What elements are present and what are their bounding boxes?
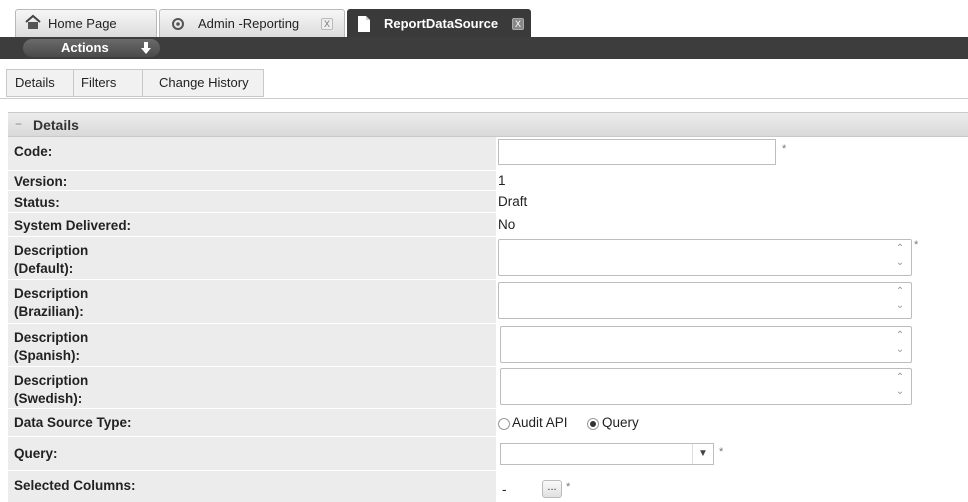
- description-spanish-row: Description (Spanish): ⌃ ⌄: [8, 324, 968, 367]
- system-delivered-value: No: [498, 217, 516, 232]
- description-spanish-textarea[interactable]: ⌃ ⌄: [500, 326, 912, 363]
- section-title: Details: [33, 117, 79, 133]
- scroll-arrows-icon[interactable]: ⌃ ⌄: [894, 242, 906, 270]
- selected-columns-label: Selected Columns:: [14, 478, 136, 493]
- actions-button[interactable]: Actions: [23, 39, 160, 57]
- system-delivered-row: System Delivered: No: [8, 213, 968, 237]
- description-swedish-label-2: (Swedish):: [14, 391, 83, 406]
- scroll-arrows-icon[interactable]: ⌃ ⌄: [894, 285, 906, 313]
- description-swedish-label-1: Description: [14, 373, 89, 388]
- version-value: 1: [498, 173, 506, 188]
- tab-label: Admin -Reporting: [198, 16, 300, 31]
- selected-columns-value: -: [502, 482, 507, 497]
- query-select[interactable]: ▼: [500, 443, 714, 465]
- scroll-arrows-icon[interactable]: ⌃ ⌄: [894, 371, 906, 399]
- description-brazilian-textarea[interactable]: ⌃ ⌄: [498, 282, 912, 319]
- tab-report-data-source[interactable]: ReportDataSource X: [347, 9, 531, 37]
- data-source-type-label: Data Source Type:: [14, 415, 132, 430]
- document-icon: [357, 15, 371, 36]
- down-arrow-icon: [140, 41, 152, 58]
- selected-columns-row: Selected Columns: - ... *: [8, 471, 968, 502]
- tab-home-page[interactable]: Home Page: [15, 9, 157, 37]
- version-value-cell: 1: [496, 171, 968, 190]
- status-row: Status: Draft: [8, 191, 968, 213]
- code-row: Code: *: [8, 137, 968, 171]
- required-marker: *: [719, 446, 724, 458]
- select-columns-button[interactable]: ...: [542, 480, 562, 498]
- data-source-type-row: Data Source Type: Audit API Query: [8, 409, 968, 437]
- divider: [142, 69, 143, 97]
- system-delivered-value-cell: No: [496, 213, 968, 236]
- description-spanish-value-cell: ⌃ ⌄: [496, 324, 968, 366]
- description-default-label-1: Description: [14, 243, 89, 258]
- description-swedish-textarea[interactable]: ⌃ ⌄: [500, 368, 912, 405]
- tab-filters[interactable]: Filters: [81, 75, 116, 90]
- actions-bar: Actions: [0, 37, 968, 59]
- description-default-label-2: (Default):: [14, 261, 74, 276]
- close-icon[interactable]: X: [321, 18, 333, 30]
- description-spanish-label-2: (Spanish):: [14, 348, 80, 363]
- code-label: Code:: [14, 144, 53, 159]
- audit-api-radio[interactable]: [498, 418, 510, 430]
- gear-icon: [170, 16, 186, 35]
- version-row: Version: 1: [8, 171, 968, 191]
- query-row: Query: ▼ *: [8, 437, 968, 471]
- query-radio[interactable]: [587, 418, 599, 430]
- code-input[interactable]: [498, 139, 776, 165]
- description-brazilian-row: Description (Brazilian): ⌃ ⌄: [8, 280, 968, 324]
- version-label: Version:: [14, 174, 68, 189]
- status-value: Draft: [498, 194, 528, 209]
- status-value-cell: Draft: [496, 191, 968, 212]
- query-label: Query:: [14, 446, 58, 461]
- tab-bar: Home Page Admin -Reporting X ReportDataS…: [0, 0, 968, 37]
- detail-tabs: Details Filters Change History: [0, 62, 968, 99]
- tab-label: ReportDataSource: [384, 16, 499, 31]
- required-marker: *: [782, 143, 787, 155]
- details-section-header[interactable]: − Details: [8, 112, 968, 137]
- description-brazilian-label-2: (Brazilian):: [14, 304, 84, 319]
- description-swedish-row: Description (Swedish): ⌃ ⌄: [8, 367, 968, 409]
- description-brazilian-value-cell: ⌃ ⌄: [496, 280, 968, 323]
- tab-label: Home Page: [48, 16, 117, 31]
- system-delivered-label: System Delivered:: [14, 218, 132, 233]
- status-label: Status:: [14, 195, 60, 210]
- audit-api-label: Audit API: [512, 415, 568, 430]
- description-default-value-cell: ⌃ ⌄ *: [496, 237, 968, 279]
- actions-label: Actions: [61, 40, 109, 55]
- query-option-label: Query: [602, 415, 639, 430]
- code-value-cell: *: [496, 137, 968, 170]
- minus-icon[interactable]: −: [15, 117, 22, 131]
- divider: [73, 69, 74, 97]
- description-spanish-label-1: Description: [14, 330, 89, 345]
- scroll-arrows-icon[interactable]: ⌃ ⌄: [894, 329, 906, 357]
- chevron-down-icon[interactable]: ▼: [692, 444, 713, 464]
- close-icon[interactable]: X: [512, 18, 524, 30]
- description-brazilian-label-1: Description: [14, 286, 89, 301]
- required-marker: *: [566, 481, 571, 493]
- required-marker: *: [914, 239, 919, 251]
- selected-columns-value-cell: - ... *: [496, 471, 968, 502]
- query-value-cell: ▼ *: [496, 437, 968, 470]
- tab-change-history[interactable]: Change History: [159, 75, 249, 90]
- house-icon: [24, 14, 42, 33]
- tab-admin-reporting[interactable]: Admin -Reporting X: [159, 9, 345, 37]
- description-default-textarea[interactable]: ⌃ ⌄: [498, 239, 912, 276]
- description-default-row: Description (Default): ⌃ ⌄ *: [8, 237, 968, 280]
- description-swedish-value-cell: ⌃ ⌄: [496, 367, 968, 408]
- data-source-type-value-cell: Audit API Query: [496, 409, 968, 436]
- tab-details[interactable]: Details: [15, 75, 55, 90]
